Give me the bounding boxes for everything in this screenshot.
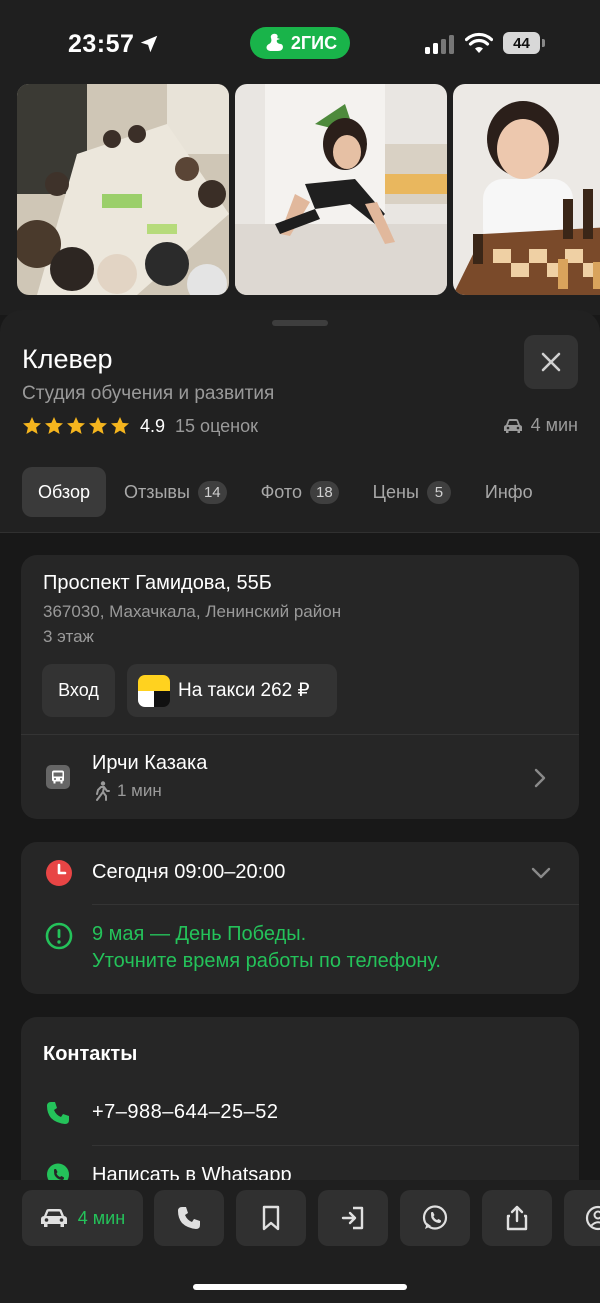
bus-stop-icon <box>46 765 70 789</box>
taxi-button[interactable]: На такси 262 ₽ <box>127 664 337 717</box>
whatsapp-icon <box>422 1205 448 1230</box>
phone-icon <box>47 1102 69 1124</box>
signal-icon <box>425 35 454 54</box>
bookmark-button[interactable] <box>236 1190 306 1246</box>
rating-row[interactable]: 4.9 15 оценок <box>22 414 258 438</box>
tab-label: Фото <box>260 481 302 502</box>
card-divider <box>92 904 579 905</box>
call-button[interactable] <box>154 1190 224 1246</box>
brand-logo-icon <box>266 33 283 51</box>
rating-value: 4.9 <box>140 415 166 436</box>
tab-prices[interactable]: Цены 5 <box>357 467 467 517</box>
walk-time: 1 мин <box>93 781 162 801</box>
tab-bar: Обзор Отзывы 14 Фото 18 Цены 5 Инфо <box>22 467 600 517</box>
address-floor: 3 этаж <box>43 627 94 646</box>
contacts-title: Контакты <box>43 1043 138 1065</box>
star-icon <box>45 417 63 434</box>
tab-count-badge: 18 <box>309 480 339 504</box>
brand-name: 2ГИС <box>290 32 338 53</box>
battery-tip <box>542 39 545 47</box>
warning-icon <box>45 922 73 950</box>
tab-photos[interactable]: Фото 18 <box>245 467 355 517</box>
place-title: Клевер <box>22 344 113 374</box>
bus-stop-name[interactable]: Ирчи Казака <box>92 752 207 775</box>
entrance-route-button[interactable] <box>318 1190 388 1246</box>
tab-count-badge: 14 <box>197 480 227 504</box>
holiday-notice-title: 9 мая — День Победы. <box>92 923 307 945</box>
place-category: Студия обучения и развития <box>22 383 275 404</box>
walk-time-label: 1 мин <box>117 781 162 800</box>
hours-today[interactable]: Сегодня 09:00–20:00 <box>92 861 285 884</box>
tab-reviews[interactable]: Отзывы 14 <box>108 467 243 517</box>
star-icon <box>89 417 107 434</box>
photo-chess[interactable] <box>453 84 600 295</box>
taxi-label: На такси 262 ₽ <box>178 680 310 701</box>
whatsapp-button[interactable] <box>400 1190 470 1246</box>
drive-time[interactable]: 4 мин <box>503 415 578 436</box>
rating-stars <box>22 416 130 436</box>
place-card-sheet: Клевер Студия обучения и развития 4.9 15… <box>0 310 600 1303</box>
star-icon <box>23 417 41 434</box>
route-button[interactable]: 4 мин <box>22 1190 143 1246</box>
wifi-icon <box>465 32 493 53</box>
star-icon <box>111 417 129 434</box>
home-indicator[interactable] <box>193 1284 407 1290</box>
bookmark-icon <box>262 1205 280 1231</box>
entrance-button[interactable]: Вход <box>42 664 115 717</box>
drive-time-label: 4 мин <box>530 415 578 435</box>
tab-count-badge: 5 <box>426 480 451 504</box>
walking-icon <box>96 781 110 801</box>
address-card: Проспект Гамидова, 55Б 367030, Махачкала… <box>21 555 579 819</box>
entrance-icon <box>341 1206 364 1230</box>
battery-icon: 44 <box>503 32 545 54</box>
route-time-label: 4 мин <box>77 1207 126 1228</box>
address-city: 367030, Махачкала, Ленинский район <box>43 602 342 621</box>
car-icon <box>503 418 522 433</box>
share-icon <box>506 1205 528 1231</box>
photo-classroom[interactable] <box>17 84 229 295</box>
share-button[interactable] <box>482 1190 552 1246</box>
status-bar: 23:57 2ГИС 44 <box>0 0 600 80</box>
photo-plank[interactable] <box>235 84 447 295</box>
card-divider <box>21 734 579 735</box>
profile-button[interactable] <box>564 1190 600 1246</box>
tab-label: Инфо <box>484 481 533 502</box>
phone-number[interactable]: +7‒988‒644‒25‒52 <box>92 1101 279 1124</box>
address-street[interactable]: Проспект Гамидова, 55Б <box>43 572 272 595</box>
tab-info[interactable]: Инфо <box>469 467 549 517</box>
close-icon <box>541 352 561 372</box>
action-bar: 4 мин <box>0 1180 600 1303</box>
sheet-grabber[interactable] <box>272 320 328 326</box>
car-icon <box>40 1209 67 1227</box>
hours-card: Сегодня 09:00–20:00 9 мая — День Победы.… <box>21 842 579 994</box>
battery-level: 44 <box>503 32 540 54</box>
profile-icon <box>585 1205 600 1231</box>
phone-icon <box>178 1207 200 1229</box>
holiday-notice-text: Уточните время работы по телефону. <box>92 950 441 972</box>
location-arrow-icon <box>140 35 158 53</box>
card-divider <box>92 1145 579 1146</box>
photo-gallery[interactable] <box>0 80 600 315</box>
tab-label: Цены <box>372 481 419 502</box>
star-icon <box>67 417 85 434</box>
tab-overview[interactable]: Обзор <box>22 467 106 517</box>
tab-label: Обзор <box>38 481 90 502</box>
chevron-right-icon[interactable] <box>533 767 547 789</box>
chevron-down-icon[interactable] <box>530 866 552 880</box>
status-time: 23:57 <box>68 30 135 58</box>
tab-label: Отзывы <box>124 481 190 502</box>
brand-badge[interactable]: 2ГИС <box>250 27 350 59</box>
rating-count: 15 оценок <box>175 415 259 436</box>
close-button[interactable] <box>524 335 578 389</box>
clock-icon <box>46 860 72 886</box>
yandex-taxi-icon <box>138 674 170 707</box>
